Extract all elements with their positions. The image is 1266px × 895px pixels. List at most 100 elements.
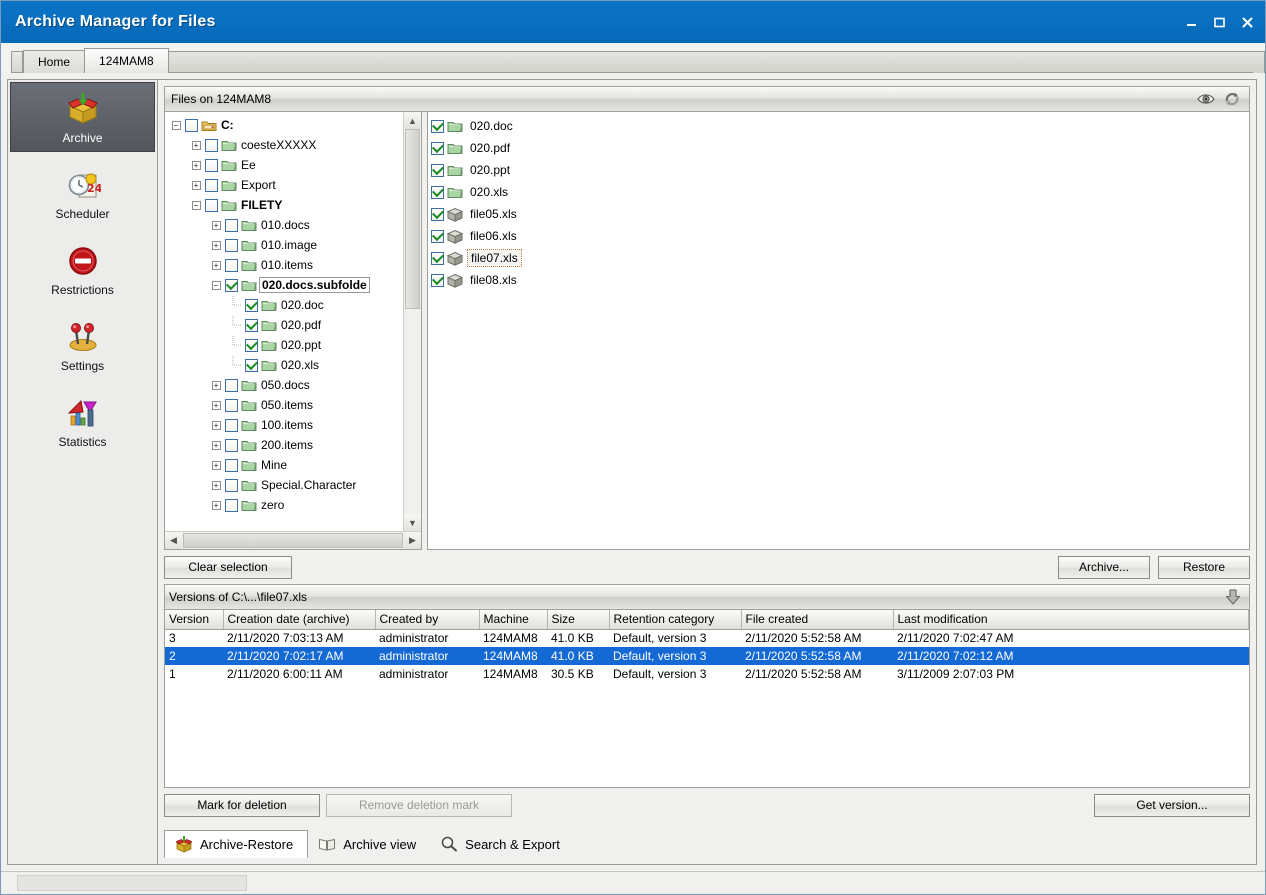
list-item-checkbox[interactable] (431, 164, 444, 177)
versions-table-container[interactable]: VersionCreation date (archive)Created by… (164, 610, 1250, 788)
tree-expander-button[interactable]: + (207, 481, 225, 490)
tree-vertical-scrollbar[interactable]: ▲ ▼ (403, 112, 421, 531)
expand-icon[interactable]: + (212, 401, 221, 410)
list-item[interactable]: 020.pdf (431, 137, 1249, 159)
versions-column-header[interactable]: Creation date (archive) (223, 610, 375, 629)
list-item[interactable]: file07.xls (431, 247, 1249, 269)
restore-button[interactable]: Restore (1158, 556, 1250, 579)
maximize-button[interactable] (1213, 16, 1227, 29)
tree-node-checkbox[interactable] (225, 399, 238, 412)
tree-node[interactable]: +zero (167, 495, 403, 515)
preview-eye-icon[interactable] (1195, 89, 1217, 109)
tree-node[interactable]: +010.docs (167, 215, 403, 235)
list-item-checkbox[interactable] (431, 274, 444, 287)
refresh-icon[interactable] (1221, 89, 1243, 109)
sidebar-item-settings[interactable]: Settings (10, 310, 155, 380)
tree-node[interactable]: +050.docs (167, 375, 403, 395)
expand-icon[interactable]: + (212, 381, 221, 390)
versions-column-header[interactable]: Machine (479, 610, 547, 629)
tab-home[interactable]: Home (23, 50, 85, 73)
expand-icon[interactable]: + (212, 441, 221, 450)
expand-icon[interactable]: + (212, 421, 221, 430)
tree-node-checkbox[interactable] (225, 499, 238, 512)
clear-selection-button[interactable]: Clear selection (164, 556, 292, 579)
tree-node[interactable]: +200.items (167, 435, 403, 455)
tree-node[interactable]: +100.items (167, 415, 403, 435)
expand-icon[interactable]: + (212, 481, 221, 490)
tree-expander-button[interactable]: + (207, 441, 225, 450)
list-item-checkbox[interactable] (431, 208, 444, 221)
versions-column-header[interactable]: Version (165, 610, 223, 629)
bottom-tab-archive-restore[interactable]: Archive-Restore (164, 830, 308, 858)
sidebar-item-restrictions[interactable]: Restrictions (10, 234, 155, 304)
scroll-thumb-vertical[interactable] (405, 129, 420, 309)
get-version-button[interactable]: Get version... (1094, 794, 1250, 817)
sidebar-item-archive[interactable]: Archive (10, 82, 155, 152)
tab-124mam8[interactable]: 124MAM8 (84, 48, 169, 73)
tree-node[interactable]: −020.docs.subfolde (167, 275, 403, 295)
tree-node[interactable]: +050.items (167, 395, 403, 415)
expand-icon[interactable]: + (212, 221, 221, 230)
tree-node-checkbox[interactable] (205, 199, 218, 212)
scroll-left-button[interactable]: ◀ (165, 532, 182, 549)
folder-tree[interactable]: −C:+coesteXXXXX+Ee+Export−FILETY+010.doc… (165, 112, 403, 531)
expand-icon[interactable]: + (192, 181, 201, 190)
bottom-tab-search-export[interactable]: Search & Export (430, 830, 574, 858)
tree-node-checkbox[interactable] (245, 319, 258, 332)
tree-expander-button[interactable]: + (207, 421, 225, 430)
tree-expander-button[interactable]: + (187, 141, 205, 150)
versions-column-header[interactable]: Retention category (609, 610, 741, 629)
list-item[interactable]: file05.xls (431, 203, 1249, 225)
tree-node-checkbox[interactable] (225, 259, 238, 272)
expand-icon[interactable]: + (212, 501, 221, 510)
tree-expander-button[interactable]: + (207, 501, 225, 510)
list-item[interactable]: file06.xls (431, 225, 1249, 247)
tree-node[interactable]: +Special.Character (167, 475, 403, 495)
tree-node-checkbox[interactable] (225, 439, 238, 452)
list-item[interactable]: 020.doc (431, 115, 1249, 137)
scroll-down-button[interactable]: ▼ (404, 514, 421, 531)
tree-node[interactable]: 020.xls (167, 355, 403, 375)
tree-node-checkbox[interactable] (225, 419, 238, 432)
list-item-checkbox[interactable] (431, 230, 444, 243)
minimize-button[interactable] (1185, 16, 1199, 29)
tree-expander-button[interactable]: − (167, 121, 185, 130)
tree-node-checkbox[interactable] (225, 219, 238, 232)
tree-expander-button[interactable]: + (207, 241, 225, 250)
tree-expander-button[interactable]: + (207, 401, 225, 410)
tree-expander-button[interactable]: − (207, 281, 225, 290)
mark-for-deletion-button[interactable]: Mark for deletion (164, 794, 320, 817)
collapse-icon[interactable]: − (172, 121, 181, 130)
tree-node-checkbox[interactable] (225, 279, 238, 292)
scroll-thumb-horizontal[interactable] (183, 533, 403, 548)
tree-expander-button[interactable]: + (187, 161, 205, 170)
down-arrow-icon[interactable] (1221, 587, 1245, 607)
tree-expander-button[interactable]: + (187, 181, 205, 190)
bottom-tab-archive-view[interactable]: Archive view (308, 830, 430, 858)
list-item-checkbox[interactable] (431, 252, 444, 265)
archive-button[interactable]: Archive... (1058, 556, 1150, 579)
tree-node[interactable]: 020.pdf (167, 315, 403, 335)
table-row[interactable]: 12/11/2020 6:00:11 AMadministrator124MAM… (165, 665, 1249, 683)
list-item-checkbox[interactable] (431, 142, 444, 155)
expand-icon[interactable]: + (192, 141, 201, 150)
tree-node[interactable]: 020.doc (167, 295, 403, 315)
tree-node-checkbox[interactable] (205, 159, 218, 172)
scroll-up-button[interactable]: ▲ (404, 112, 421, 129)
list-item[interactable]: file08.xls (431, 269, 1249, 291)
tree-node-checkbox[interactable] (225, 239, 238, 252)
tree-node-checkbox[interactable] (225, 479, 238, 492)
versions-column-header[interactable]: Created by (375, 610, 479, 629)
collapse-icon[interactable]: − (192, 201, 201, 210)
table-row[interactable]: 32/11/2020 7:03:13 AMadministrator124MAM… (165, 629, 1249, 647)
tree-node-checkbox[interactable] (205, 179, 218, 192)
close-button[interactable] (1241, 16, 1255, 29)
tree-node-checkbox[interactable] (245, 299, 258, 312)
versions-column-header[interactable]: Size (547, 610, 609, 629)
scroll-right-button[interactable]: ▶ (404, 532, 421, 549)
tree-node[interactable]: +coesteXXXXX (167, 135, 403, 155)
expand-icon[interactable]: + (212, 261, 221, 270)
tree-node-checkbox[interactable] (245, 359, 258, 372)
list-item-checkbox[interactable] (431, 120, 444, 133)
tree-expander-button[interactable]: − (187, 201, 205, 210)
